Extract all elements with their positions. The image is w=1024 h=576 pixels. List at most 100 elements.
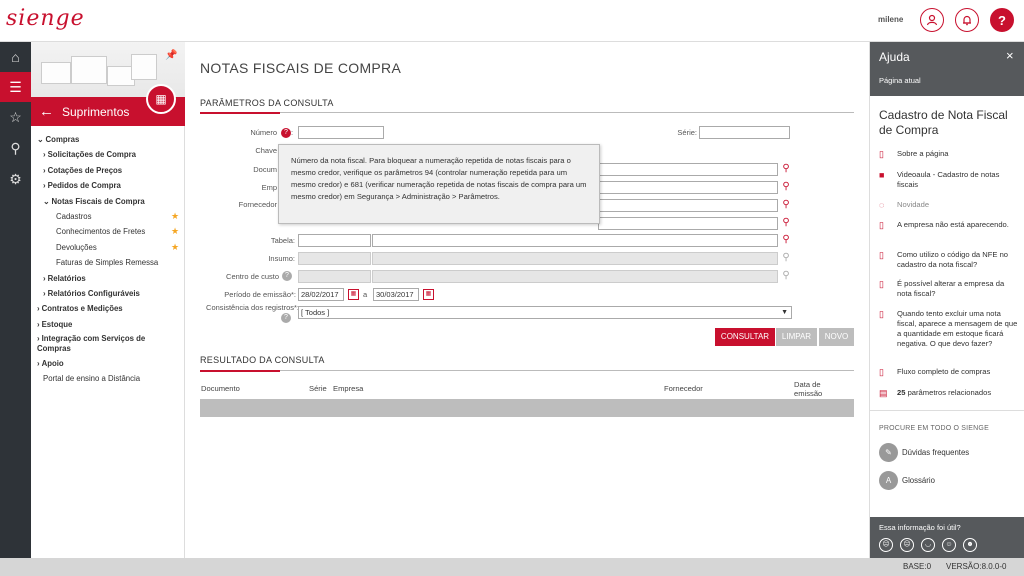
search-icon[interactable]: ⚲ bbox=[780, 217, 792, 229]
extra-input[interactable] bbox=[598, 217, 778, 230]
help-icon[interactable]: ? bbox=[282, 271, 292, 281]
very-sad-face-icon[interactable]: ☹ bbox=[879, 538, 893, 552]
sidebar-item[interactable]: ⌄ Compras bbox=[31, 132, 185, 147]
search-icon: ⚲ bbox=[782, 270, 790, 281]
centro-custo-desc-input bbox=[372, 270, 778, 283]
sidebar-item[interactable]: Cadastros ★ bbox=[31, 209, 185, 224]
sidebar-item-label: Pedidos de Compra bbox=[47, 181, 121, 191]
tabela-code-input[interactable] bbox=[298, 234, 371, 247]
search-icon[interactable]: ⚲ bbox=[780, 181, 792, 193]
sidebar-item[interactable]: › Pedidos de Compra bbox=[31, 178, 185, 193]
glossary-link[interactable]: A Glossário bbox=[879, 471, 935, 490]
help-panel: Ajuda × Página atual Cadastro de Nota Fi… bbox=[869, 42, 1024, 558]
column-header-empresa[interactable]: Empresa bbox=[333, 384, 363, 393]
fornecedor-input[interactable] bbox=[598, 199, 778, 212]
menu-icon[interactable]: ☰ bbox=[0, 72, 31, 102]
favorite-star-icon[interactable]: ★ bbox=[171, 224, 179, 239]
chevron-right-icon: › bbox=[43, 181, 46, 191]
very-happy-face-icon[interactable]: ☻ bbox=[963, 538, 977, 552]
help-item[interactable]: ▯ Sobre a página bbox=[879, 149, 1021, 159]
sidebar-item[interactable]: Conhecimentos de Fretes ★ bbox=[31, 224, 185, 239]
bell-icon[interactable] bbox=[955, 8, 979, 32]
calendar-icon[interactable]: ▦ bbox=[348, 289, 359, 300]
limpar-button[interactable]: LIMPAR bbox=[776, 328, 817, 346]
column-header-documento[interactable]: Documento bbox=[201, 384, 240, 393]
sidebar-item-label: Devoluções bbox=[56, 242, 97, 252]
sidebar-item[interactable]: Devoluções ★ bbox=[31, 240, 185, 255]
sidebar-item[interactable]: ⌄ Notas Fiscais de Compra bbox=[31, 194, 185, 209]
numero-input[interactable] bbox=[298, 126, 384, 139]
pin-icon[interactable]: 📌 bbox=[165, 50, 177, 61]
novelty-icon: ◌ bbox=[879, 200, 885, 210]
column-header-fornecedor[interactable]: Fornecedor bbox=[664, 384, 703, 393]
novo-button[interactable]: NOVO bbox=[819, 328, 854, 346]
home-icon[interactable]: ⌂ bbox=[0, 42, 31, 72]
help-item-label: Como utilizo o código da NFE no cadastro… bbox=[897, 250, 1009, 269]
search-icon: ⚲ bbox=[782, 252, 790, 263]
help-heading: Cadastro de Nota Fiscal de Compra bbox=[879, 108, 1008, 137]
feedback-footer: Essa informação foi útil? ☹ ☹ ◡ ☺ ☻ bbox=[870, 517, 1024, 558]
sidebar-item[interactable]: › Cotações de Preços bbox=[31, 163, 185, 178]
help-item[interactable]: ▯ É possível alterar a empresa da nota fi… bbox=[879, 279, 1021, 299]
happy-face-icon[interactable]: ☺ bbox=[942, 538, 956, 552]
date-to-input[interactable]: 30/03/2017 bbox=[373, 288, 419, 301]
glossary-icon: A bbox=[879, 471, 898, 490]
date-from-input[interactable]: 28/02/2017 bbox=[298, 288, 344, 301]
centro-custo-code-input bbox=[298, 270, 371, 283]
sad-face-icon[interactable]: ☹ bbox=[900, 538, 914, 552]
search-icon[interactable]: ⚲ bbox=[780, 163, 792, 175]
help-tooltip-icon[interactable]: ? bbox=[281, 128, 291, 138]
sidebar-item[interactable]: › Relatórios bbox=[31, 271, 185, 286]
help-button[interactable]: ? bbox=[990, 8, 1014, 32]
username-label: milene bbox=[878, 15, 904, 24]
help-panel-header: Ajuda × Página atual bbox=[870, 42, 1024, 96]
consistencia-select[interactable]: [ Todos ] ▼ bbox=[298, 306, 792, 319]
sidebar-item[interactable]: › Integração com Serviços de Compras bbox=[31, 332, 185, 356]
back-arrow-icon[interactable]: ← bbox=[39, 103, 54, 120]
settings-icon[interactable]: ⚙ bbox=[0, 164, 31, 194]
sienge-logo[interactable]: sienge bbox=[6, 6, 85, 31]
dropdown-arrow-icon: ▼ bbox=[781, 309, 788, 316]
sidebar-item-label: Estoque bbox=[41, 319, 73, 329]
help-item[interactable]: ■ Videoaula - Cadastro de notas fiscais bbox=[879, 170, 1021, 190]
star-icon[interactable]: ☆ bbox=[0, 102, 31, 132]
search-icon[interactable]: ⚲ bbox=[0, 133, 31, 163]
help-item[interactable]: ▯ Fluxo completo de compras bbox=[879, 367, 1021, 377]
calendar-icon[interactable]: ▦ bbox=[423, 289, 434, 300]
sidebar-item[interactable]: › Relatórios Configuráveis bbox=[31, 286, 185, 301]
help-item[interactable]: ▯ Quando tento excluir uma nota fiscal, a… bbox=[879, 309, 1021, 349]
sidebar-item[interactable]: Portal de ensino a Distância bbox=[31, 371, 185, 386]
tabela-desc-input[interactable] bbox=[372, 234, 778, 247]
help-item[interactable]: ◌ Novidade bbox=[879, 200, 1021, 210]
neutral-face-icon[interactable]: ◡ bbox=[921, 538, 935, 552]
faq-link[interactable]: ✎ Dúvidas frequentes bbox=[879, 443, 969, 462]
search-icon[interactable]: ⚲ bbox=[780, 199, 792, 211]
sidebar-item-label: Solicitações de Compra bbox=[47, 150, 137, 160]
sidebar-item[interactable]: › Solicitações de Compra bbox=[31, 147, 185, 162]
documento-input[interactable] bbox=[598, 163, 778, 176]
help-item[interactable]: ▯ Como utilizo o código da NFE no cadastr… bbox=[879, 250, 1021, 270]
status-version: VERSÃO:8.0.0-0 bbox=[946, 562, 1007, 571]
help-item[interactable]: ▯ A empresa não está aparecendo. bbox=[879, 220, 1021, 230]
help-item-label: Videoaula - Cadastro de notas fiscais bbox=[897, 170, 1000, 189]
consultar-button[interactable]: CONSULTAR bbox=[715, 328, 775, 346]
numero-label: Número bbox=[250, 128, 277, 137]
column-header-data-emissao[interactable]: Data de emissão bbox=[794, 380, 830, 398]
sidebar-item[interactable]: › Apoio bbox=[31, 356, 185, 371]
column-header-serie[interactable]: Série bbox=[309, 384, 327, 393]
results-grid-empty bbox=[200, 399, 854, 417]
sidebar-item[interactable]: › Contratos e Medições bbox=[31, 301, 185, 316]
favorite-star-icon[interactable]: ★ bbox=[171, 240, 179, 255]
user-icon[interactable] bbox=[920, 8, 944, 32]
sidebar-item[interactable]: Faturas de Simples Remessa bbox=[31, 255, 185, 270]
serie-input[interactable] bbox=[699, 126, 790, 139]
help-icon[interactable]: ? bbox=[281, 313, 291, 323]
empresa-input[interactable] bbox=[598, 181, 778, 194]
favorite-star-icon[interactable]: ★ bbox=[171, 209, 179, 224]
related-params-link[interactable]: ▤ 25 parâmetros relacionados bbox=[879, 388, 1021, 398]
search-icon[interactable]: ⚲ bbox=[780, 234, 792, 246]
chevron-right-icon: › bbox=[37, 334, 40, 344]
sidebar-item-label: Conhecimentos de Fretes bbox=[56, 227, 146, 237]
sidebar-item[interactable]: › Estoque bbox=[31, 317, 185, 332]
close-icon[interactable]: × bbox=[1006, 48, 1014, 63]
